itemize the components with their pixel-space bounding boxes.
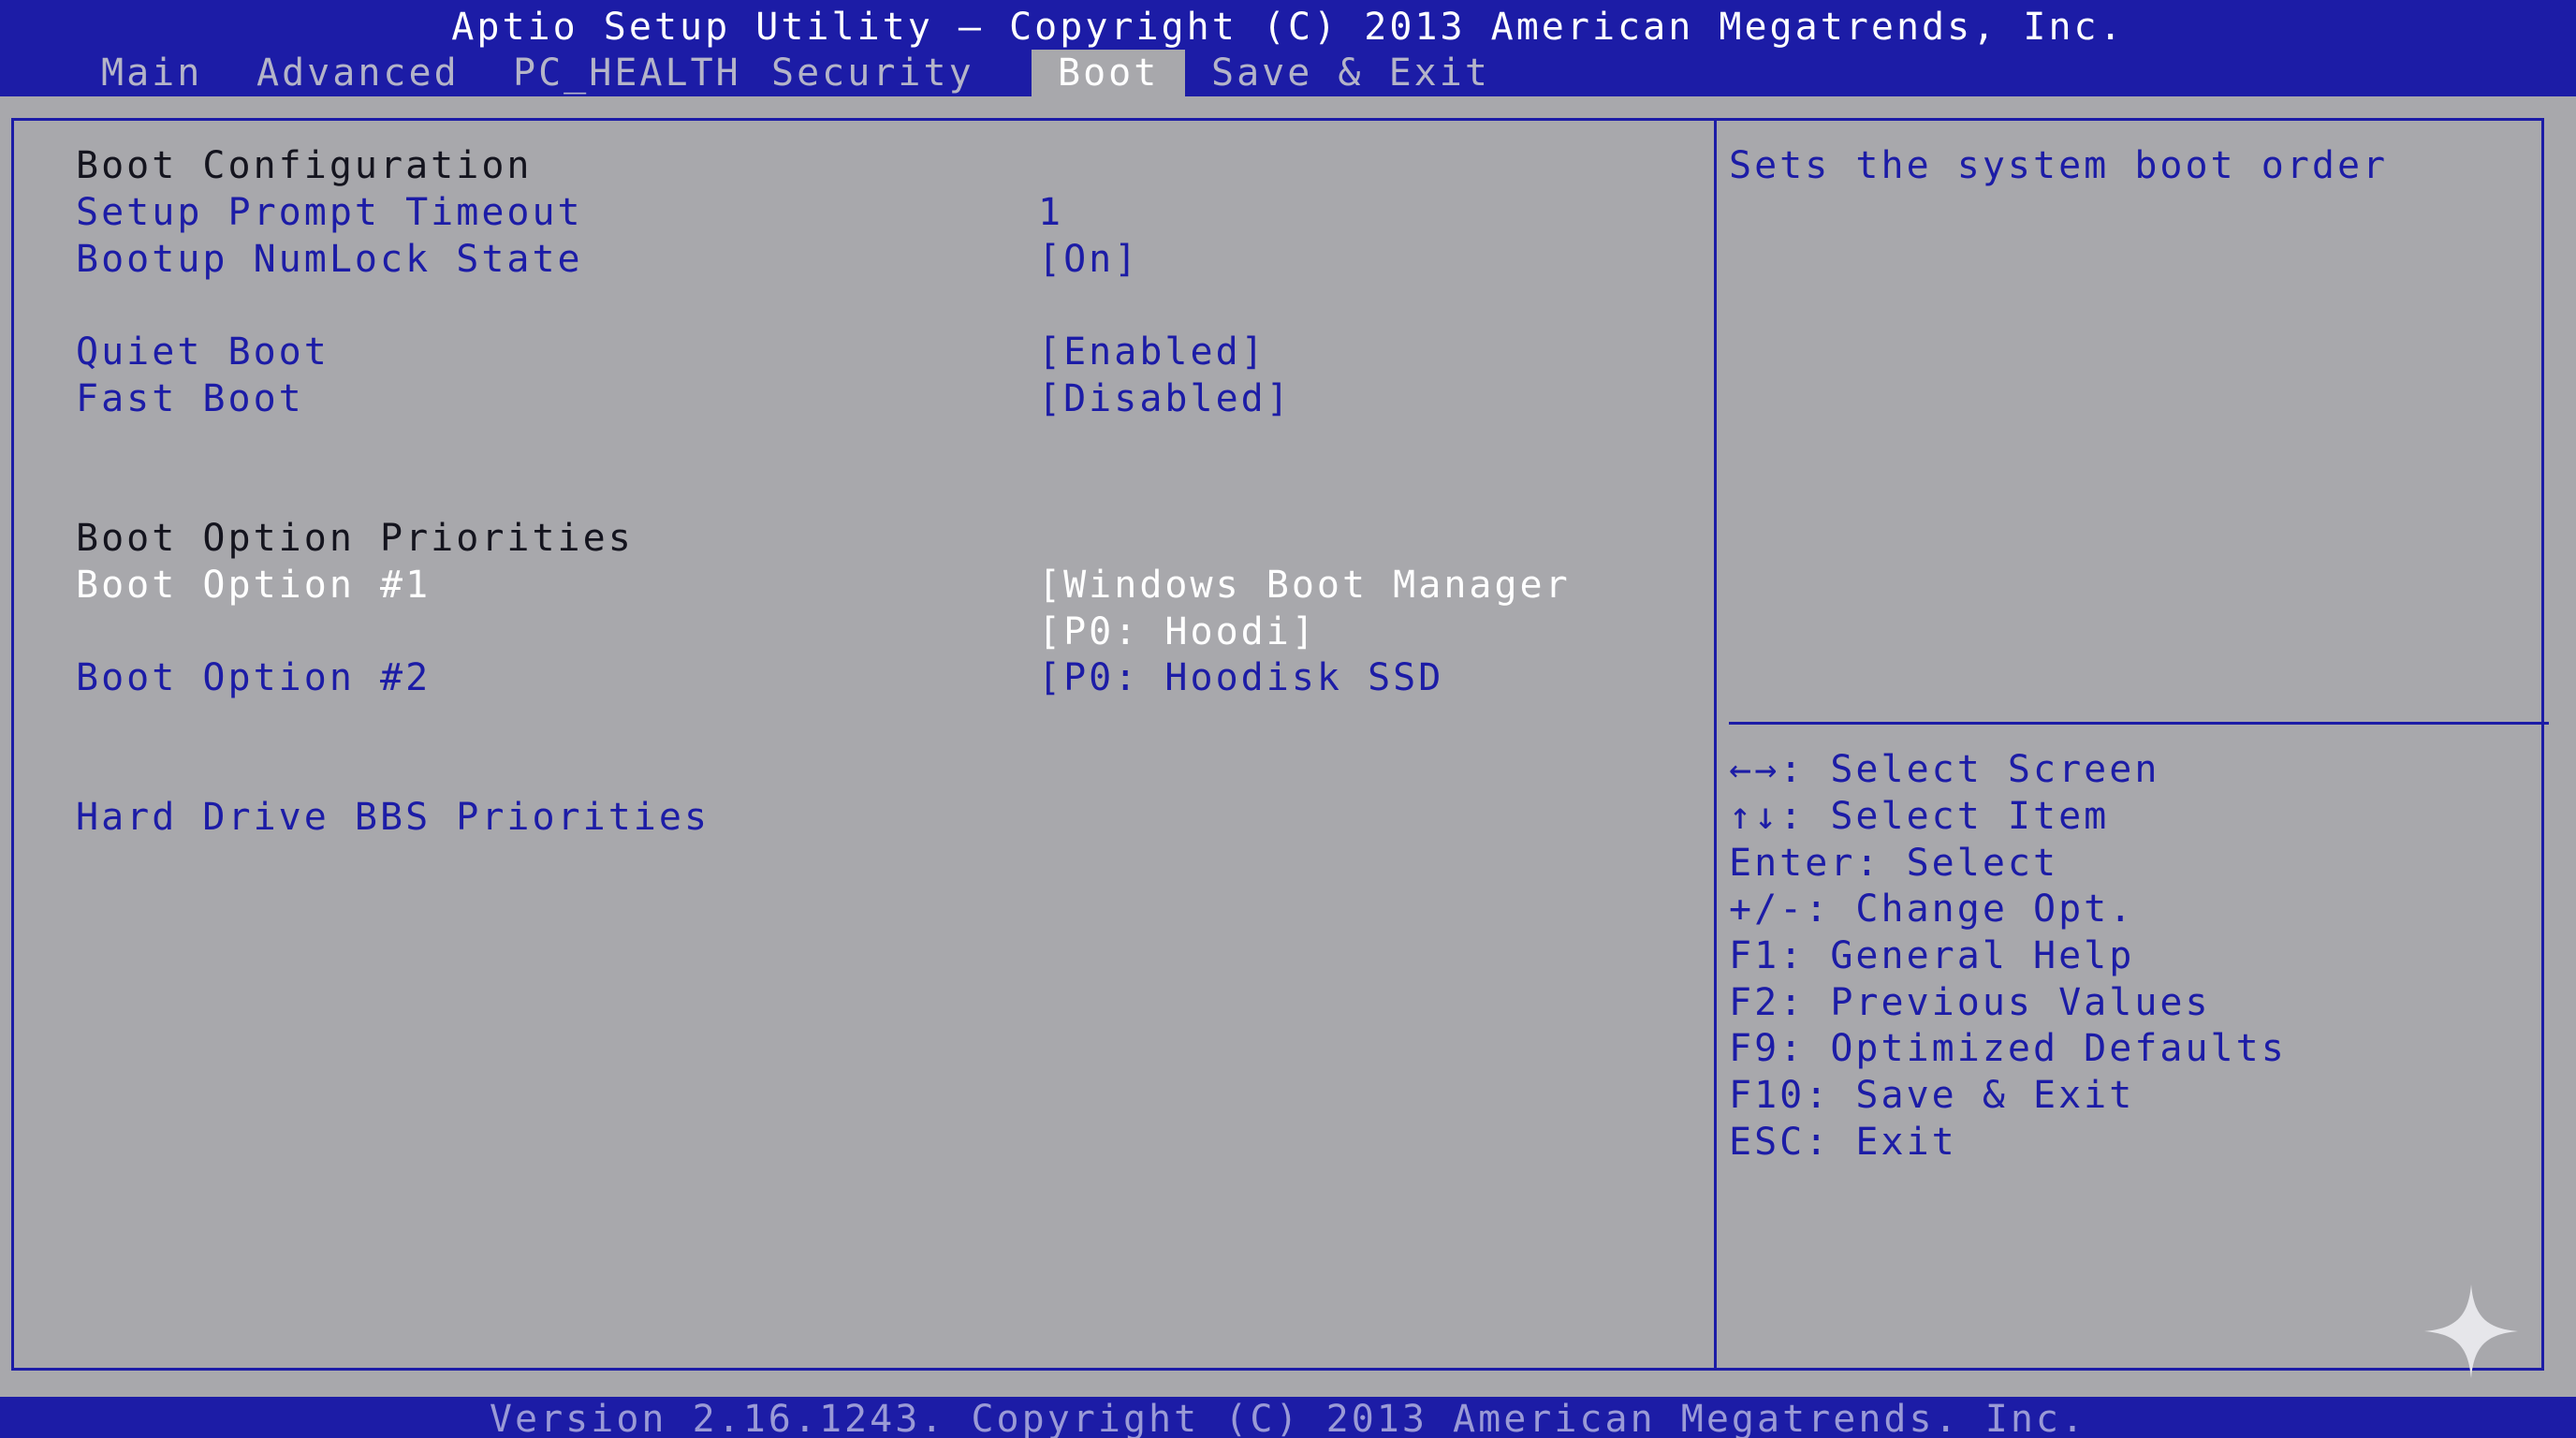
boot-option-2-label[interactable]: Boot Option #2 xyxy=(76,654,431,701)
tab-boot[interactable]: Boot xyxy=(1032,50,1186,96)
tab-security[interactable]: Security xyxy=(745,50,1001,96)
fast-boot-label[interactable]: Fast Boot xyxy=(76,375,304,422)
key-hint-enter: Enter: Select xyxy=(1729,842,2059,885)
footer-bar: Version 2.16.1243. Copyright (C) 2013 Am… xyxy=(0,1397,2576,1438)
panel-divider xyxy=(1714,121,1717,1368)
key-hint-previous-values: F2: Previous Values xyxy=(1729,981,2211,1024)
key-hint-general-help: F1: General Help xyxy=(1729,934,2135,977)
bootup-numlock-label[interactable]: Bootup NumLock State xyxy=(76,236,583,283)
key-hint-select-screen: ←→: Select Screen xyxy=(1729,748,2160,791)
setup-prompt-timeout-label[interactable]: Setup Prompt Timeout xyxy=(76,189,583,236)
app-title: Aptio Setup Utility – Copyright (C) 2013… xyxy=(451,6,2125,49)
fast-boot-value[interactable]: [Disabled] xyxy=(1038,375,1292,422)
title-bar: Aptio Setup Utility – Copyright (C) 2013… xyxy=(0,0,2576,96)
key-hint-change-option: +/-: Change Opt. xyxy=(1729,888,2135,931)
key-hint-select-item: ↑↓: Select Item xyxy=(1729,795,2110,838)
boot-configuration-heading: Boot Configuration xyxy=(76,144,533,187)
version-text: Version 2.16.1243. Copyright (C) 2013 Am… xyxy=(489,1398,2087,1438)
boot-option-2-value[interactable]: [P0: Hoodisk SSD xyxy=(1038,654,1443,701)
quiet-boot-value[interactable]: [Enabled] xyxy=(1038,329,1266,375)
sparkle-icon xyxy=(2424,1284,2518,1378)
tab-main[interactable]: Main xyxy=(75,50,228,96)
main-panel: Boot Configuration Setup Prompt Timeout … xyxy=(11,118,2549,1371)
help-description: Sets the system boot order xyxy=(1729,144,2389,187)
key-hint-esc-exit: ESC: Exit xyxy=(1729,1121,1957,1164)
quiet-boot-label[interactable]: Quiet Boot xyxy=(76,329,329,375)
hard-drive-bbs-priorities-item[interactable]: Hard Drive BBS Priorities xyxy=(76,794,710,841)
boot-option-1-label[interactable]: Boot Option #1 xyxy=(76,562,431,609)
tab-save-exit[interactable]: Save & Exit xyxy=(1185,50,1516,96)
tab-advanced[interactable]: Advanced xyxy=(230,50,486,96)
key-hint-save-exit: F10: Save & Exit xyxy=(1729,1074,2135,1117)
key-hint-optimized-defaults: F9: Optimized Defaults xyxy=(1729,1027,2287,1070)
bootup-numlock-value[interactable]: [On] xyxy=(1038,236,1139,283)
help-divider xyxy=(1729,722,2549,725)
tab-pc-health[interactable]: PC_HEALTH xyxy=(487,50,768,96)
boot-option-1-value[interactable]: [Windows Boot Manager xyxy=(1038,562,1571,609)
boot-option-priorities-heading: Boot Option Priorities xyxy=(76,517,634,560)
setup-prompt-timeout-value[interactable]: 1 xyxy=(1038,189,1063,236)
boot-option-1-value-continued[interactable]: [P0: Hoodi] xyxy=(1038,609,1317,655)
